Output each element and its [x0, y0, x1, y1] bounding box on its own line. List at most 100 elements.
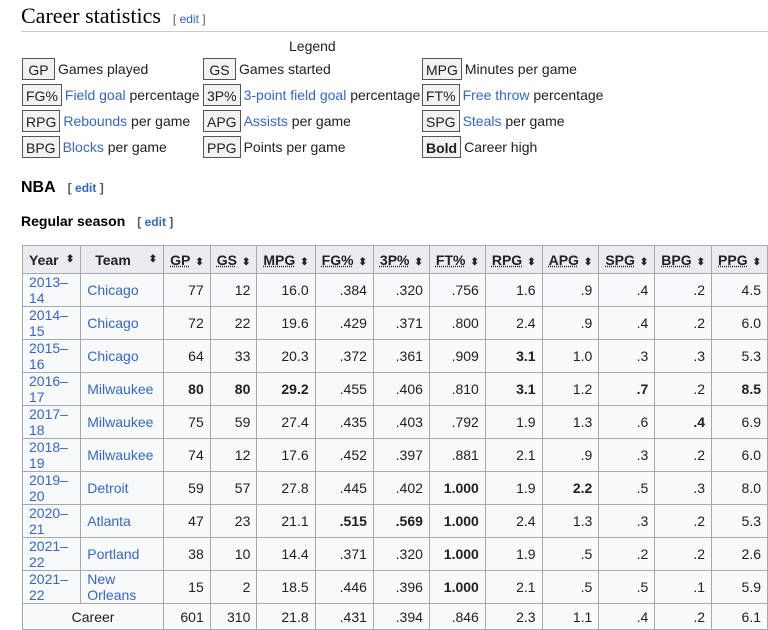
stat-cell: .4	[598, 306, 656, 340]
legend-link[interactable]: Free throw	[463, 87, 530, 103]
sort-icon[interactable]: ⬍	[242, 257, 250, 268]
team-link[interactable]: Atlanta	[80, 504, 165, 538]
column-label: 3P%	[379, 251, 410, 268]
legend-link[interactable]: Blocks	[63, 139, 104, 155]
sort-icon[interactable]: ⬍	[195, 257, 203, 268]
column-label: Team	[95, 251, 131, 268]
team-link[interactable]: Chicago	[80, 273, 165, 307]
team-link[interactable]: Milwaukee	[80, 438, 165, 472]
stat-cell: 2.1	[484, 570, 543, 604]
legend-abbr: FG%	[22, 84, 62, 106]
team-link[interactable]: Milwaukee	[80, 405, 165, 439]
column-header-spg[interactable]: SPG ⬍	[598, 245, 656, 274]
career-stat-cell: .846	[428, 602, 486, 630]
legend-link[interactable]: Steals	[463, 113, 502, 129]
season-link[interactable]: 2017–18	[21, 405, 82, 439]
section-title: Career statistics	[21, 3, 161, 28]
stat-cell: .1	[654, 570, 713, 604]
stat-cell: .452	[314, 438, 374, 472]
column-header-gs[interactable]: GS ⬍	[209, 245, 258, 274]
career-stat-cell: .394	[372, 602, 430, 630]
season-link[interactable]: 2020–21	[21, 504, 82, 538]
legend-text: Minutes per game	[464, 61, 577, 77]
sort-icon[interactable]: ⬍	[470, 257, 478, 268]
stat-cell: 75	[163, 405, 211, 439]
column-header-year[interactable]: Year ⬍	[21, 245, 82, 274]
column-header-bpg[interactable]: BPG ⬍	[654, 245, 713, 274]
column-header-ft-pct[interactable]: FT% ⬍	[428, 245, 486, 274]
legend-text: per game	[103, 139, 167, 155]
season-link[interactable]: 2021–22	[21, 570, 82, 604]
legend-link[interactable]: Assists	[244, 113, 288, 129]
legend-link[interactable]: Field goal	[65, 87, 126, 103]
column-header-mpg[interactable]: MPG ⬍	[256, 245, 316, 274]
sort-icon[interactable]: ⬍	[66, 254, 74, 265]
column-header-3p-pct[interactable]: 3P% ⬍	[372, 245, 430, 274]
stat-cell: 12	[209, 273, 258, 307]
stat-cell: 5.9	[711, 570, 768, 604]
stat-cell: 1.000	[428, 537, 486, 571]
team-link[interactable]: Portland	[80, 537, 165, 571]
heading-divider	[21, 31, 768, 32]
sort-icon[interactable]: ⬍	[527, 257, 535, 268]
season-link[interactable]: 2019–20	[21, 471, 82, 505]
legend-item: Bold Career high	[422, 135, 537, 159]
stat-cell: 2.4	[484, 306, 543, 340]
stat-cell: .9	[541, 438, 600, 472]
legend-link[interactable]: 3-point field goal	[244, 87, 347, 103]
team-link[interactable]: Milwaukee	[80, 372, 165, 406]
edit-link[interactable]: edit	[145, 215, 166, 229]
season-link[interactable]: 2016–17	[21, 372, 82, 406]
stat-cell: .2	[598, 537, 656, 571]
stat-cell: .3	[598, 504, 656, 538]
stat-cell: .371	[372, 306, 430, 340]
stat-cell: 1.9	[484, 537, 543, 571]
stat-cell: .7	[598, 372, 656, 406]
sort-icon[interactable]: ⬍	[640, 257, 648, 268]
stat-cell: 16.0	[256, 273, 316, 307]
legend-item: GP Games played	[22, 57, 148, 81]
sort-icon[interactable]: ⬍	[697, 257, 705, 268]
nba-title: NBA	[21, 179, 56, 196]
stat-cell: 3.1	[484, 372, 543, 406]
season-link[interactable]: 2015–16	[21, 339, 82, 373]
legend-link[interactable]: Rebounds	[63, 113, 127, 129]
season-link[interactable]: 2013–14	[21, 273, 82, 307]
column-header-fg-pct[interactable]: FG% ⬍	[314, 245, 374, 274]
season-link[interactable]: 2018–19	[21, 438, 82, 472]
sort-icon[interactable]: ⬍	[584, 257, 592, 268]
column-header-ppg[interactable]: PPG ⬍	[711, 245, 768, 274]
legend-abbr: PPG	[203, 136, 241, 158]
season-link[interactable]: 2021–22	[21, 537, 82, 571]
edit-link[interactable]: edit	[75, 181, 96, 195]
sort-icon[interactable]: ⬍	[149, 254, 157, 265]
column-header-apg[interactable]: APG ⬍	[541, 245, 600, 274]
team-link[interactable]: New Orleans	[80, 570, 165, 604]
column-header-team[interactable]: Team ⬍	[80, 245, 165, 274]
team-link[interactable]: Chicago	[80, 339, 165, 373]
sort-icon[interactable]: ⬍	[359, 257, 367, 268]
season-link[interactable]: 2014–15	[21, 306, 82, 340]
stat-cell: .402	[372, 471, 430, 505]
career-stat-cell: .4	[598, 602, 656, 630]
legend-text: Points per game	[243, 139, 346, 155]
stat-cell: .515	[314, 504, 374, 538]
column-header-gp[interactable]: GP ⬍	[163, 245, 211, 274]
team-link[interactable]: Chicago	[80, 306, 165, 340]
stat-cell: 1.6	[484, 273, 543, 307]
career-stat-cell: .431	[314, 602, 374, 630]
legend-item: MPG Minutes per game	[422, 57, 577, 81]
stat-cell: .792	[428, 405, 486, 439]
sort-icon[interactable]: ⬍	[300, 257, 308, 268]
stat-cell: 74	[163, 438, 211, 472]
table-header-row: Year ⬍ Team ⬍ GP ⬍ GS ⬍ MPG ⬍ FG% ⬍ 3P% ⬍ FT% ⬍ RPG ⬍ APG ⬍…	[21, 245, 768, 274]
career-stat-cell: 310	[209, 602, 258, 630]
table-row: 2016–17 Milwaukee 80 80 29.2.455.406.810 3.1 1…	[21, 372, 768, 406]
sort-icon[interactable]: ⬍	[753, 257, 761, 268]
team-link[interactable]: Detroit	[80, 471, 165, 505]
stat-cell: 5.3	[711, 339, 768, 373]
legend-text: per game	[501, 113, 565, 129]
column-header-rpg[interactable]: RPG ⬍	[484, 245, 543, 274]
edit-link[interactable]: edit	[180, 12, 199, 26]
sort-icon[interactable]: ⬍	[415, 257, 423, 268]
